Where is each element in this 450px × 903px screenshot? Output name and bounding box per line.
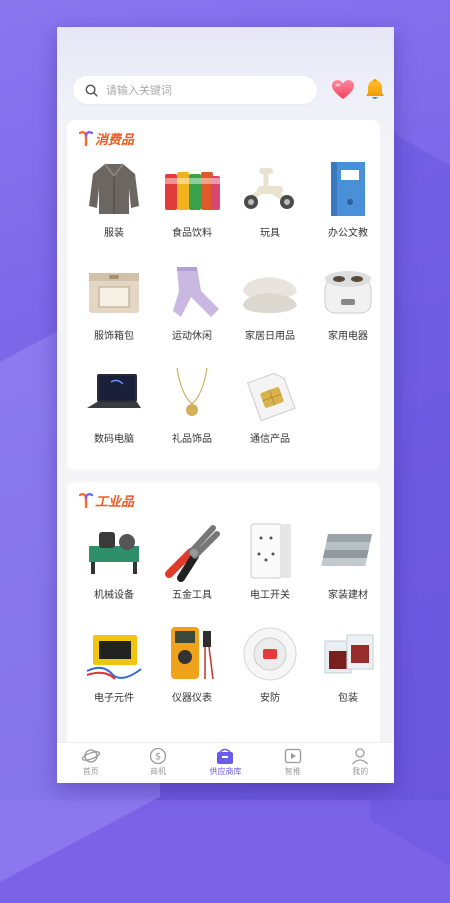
category-appliances[interactable]: 家用电器 [309, 261, 387, 361]
tab-supplier-library[interactable]: 供应商库 [195, 743, 255, 777]
category-telecom[interactable]: 通信产品 [231, 364, 309, 464]
category-electronics[interactable]: 电子元件 [75, 623, 153, 723]
store-icon [217, 748, 234, 764]
search-input[interactable] [106, 83, 286, 97]
search-box[interactable] [73, 76, 317, 104]
brand-logo-icon [79, 493, 93, 508]
consumer-goods-section: 消费品 服装 食品饮料 玩具 办公文教 服饰箱包 运动休闲 家居日用品 家用电器… [67, 120, 380, 470]
svg-text:$: $ [155, 752, 161, 763]
planet-icon [81, 749, 100, 763]
multimeter-image [161, 623, 223, 685]
food-drink-image [161, 158, 223, 220]
category-toys[interactable]: 玩具 [231, 158, 309, 258]
section-title-text: 消费品 [95, 132, 135, 148]
category-gifts[interactable]: 礼品饰品 [153, 364, 231, 464]
bottom-tab-bar: 首页 $ 商机 供应商库 智推 我的 [57, 742, 394, 783]
laptop-image [83, 364, 145, 426]
search-icon [85, 84, 98, 97]
brand-logo-icon [79, 131, 93, 146]
tab-opportunities[interactable]: $ 商机 [128, 743, 188, 777]
industrial-goods-section: 工业品 机械设备 五金工具 电工开关 家装建材 电子元件 仪器仪表 安防 包装 [67, 482, 380, 772]
storage-box-image [83, 261, 145, 323]
user-icon [352, 748, 369, 765]
category-digital[interactable]: 数码电脑 [75, 364, 153, 464]
category-home[interactable]: 家居日用品 [231, 261, 309, 361]
tab-recommend[interactable]: 智推 [263, 743, 323, 777]
necklace-image [161, 364, 223, 426]
category-machinery[interactable]: 机械设备 [75, 520, 153, 620]
office-supplies-image [317, 158, 379, 220]
packaging-bags-image [317, 623, 379, 685]
category-sports[interactable]: 运动休闲 [153, 261, 231, 361]
toy-image [239, 158, 301, 220]
bell-icon[interactable] [361, 75, 389, 105]
wall-switch-image [239, 520, 301, 582]
smoke-detector-image [239, 623, 301, 685]
category-building-materials[interactable]: 家装建材 [309, 520, 387, 620]
category-food-drink[interactable]: 食品饮料 [153, 158, 231, 258]
tab-mine[interactable]: 我的 [330, 743, 390, 777]
section-title-text: 工业品 [95, 494, 135, 510]
machinery-image [83, 520, 145, 582]
category-security[interactable]: 安防 [231, 623, 309, 723]
pillow-image [239, 261, 301, 323]
tiles-image [317, 520, 379, 582]
section-title: 工业品 [79, 490, 134, 510]
dollar-icon: $ [149, 747, 167, 765]
pliers-image [161, 520, 223, 582]
heart-icon[interactable] [329, 75, 357, 105]
phone-screen: 消费品 服装 [57, 27, 394, 783]
section-title: 消费品 [79, 128, 134, 148]
category-bags[interactable]: 服饰箱包 [75, 261, 153, 361]
rice-cooker-image [317, 261, 379, 323]
electronic-module-image [83, 623, 145, 685]
search-bar [73, 75, 384, 105]
category-switches[interactable]: 电工开关 [231, 520, 309, 620]
category-clothing[interactable]: 服装 [75, 158, 153, 258]
tab-home[interactable]: 首页 [61, 743, 121, 777]
sim-card-image [239, 364, 301, 426]
category-packaging[interactable]: 包装 [309, 623, 387, 723]
sportswear-image [161, 261, 223, 323]
category-hardware[interactable]: 五金工具 [153, 520, 231, 620]
clothing-image [83, 158, 145, 220]
category-instruments[interactable]: 仪器仪表 [153, 623, 231, 723]
video-icon [284, 748, 302, 764]
category-office[interactable]: 办公文教 [309, 158, 387, 258]
